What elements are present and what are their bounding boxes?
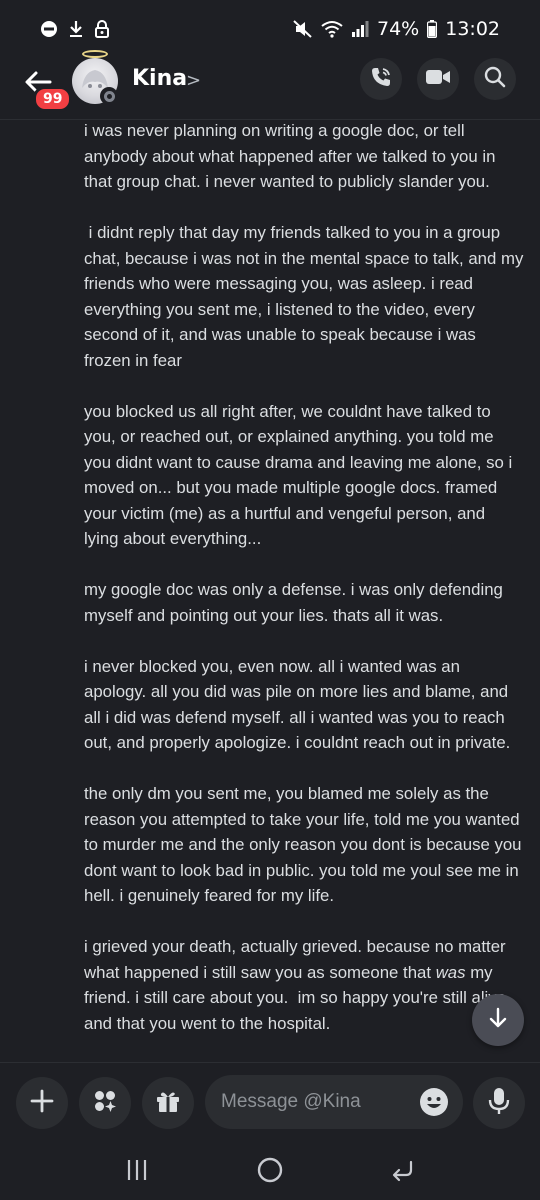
- microphone-icon: [487, 1087, 511, 1119]
- download-icon: [68, 20, 84, 38]
- battery-icon: [427, 20, 438, 38]
- attach-button[interactable]: [16, 1077, 68, 1129]
- message-paragraph: you blocked us all right after, we could…: [84, 401, 513, 549]
- unread-badge: 99: [33, 86, 73, 112]
- message-composer: Message @Kina: [0, 1062, 540, 1140]
- message-paragraph: i was never planning on writing a google…: [84, 121, 496, 191]
- message-paragraph: i grieved your death, actually grieved. …: [84, 934, 524, 1036]
- halo-decoration: [82, 50, 108, 58]
- message-paragraph: i didnt reply that day my friends talked…: [84, 223, 529, 370]
- message-input[interactable]: Message @Kina: [205, 1075, 463, 1129]
- emoji-icon[interactable]: [419, 1087, 449, 1117]
- channel-title[interactable]: Kina: [132, 66, 187, 91]
- jump-to-present-button[interactable]: [472, 994, 524, 1046]
- plus-icon: [29, 1088, 55, 1118]
- home-icon[interactable]: [250, 1150, 290, 1190]
- status-bar: 74% 13:02: [0, 0, 540, 58]
- message-paragraph: i never blocked you, even now. all i wan…: [84, 656, 511, 753]
- video-call-button[interactable]: [417, 58, 459, 100]
- message-placeholder: Message @Kina: [221, 1091, 361, 1112]
- apps-button[interactable]: [79, 1077, 131, 1129]
- search-button[interactable]: [474, 58, 516, 100]
- message-paragraph: the only dm you sent me, you blamed me s…: [84, 784, 522, 905]
- back-nav-icon[interactable]: [383, 1150, 423, 1190]
- search-icon: [483, 65, 507, 93]
- voice-message-button[interactable]: [473, 1077, 525, 1129]
- system-navigation-bar: [0, 1140, 540, 1200]
- recent-apps-icon[interactable]: [117, 1150, 157, 1190]
- wifi-icon: [321, 20, 343, 38]
- gift-button[interactable]: [142, 1077, 194, 1129]
- mute-icon: [293, 20, 313, 38]
- arrow-down-icon: [486, 1006, 510, 1034]
- signal-icon: [351, 20, 369, 38]
- message-paragraph: my google doc was only a defense. i was …: [84, 580, 503, 625]
- lock-icon: [94, 20, 110, 38]
- battery-percent: 74%: [377, 18, 420, 40]
- do-not-disturb-icon: [40, 20, 58, 38]
- message-content: i was never planning on writing a google…: [84, 118, 524, 1036]
- message-emphasis: was: [435, 962, 466, 982]
- clock: 13:02: [445, 18, 500, 40]
- chevron-right-icon[interactable]: >: [186, 70, 201, 91]
- voice-call-icon: [369, 65, 393, 93]
- voice-call-button[interactable]: [360, 58, 402, 100]
- channel-header: 99 Kina >: [0, 50, 540, 120]
- apps-icon: [92, 1088, 118, 1118]
- video-call-icon: [425, 67, 451, 91]
- gift-icon: [155, 1088, 181, 1118]
- offline-status-icon: [100, 87, 118, 105]
